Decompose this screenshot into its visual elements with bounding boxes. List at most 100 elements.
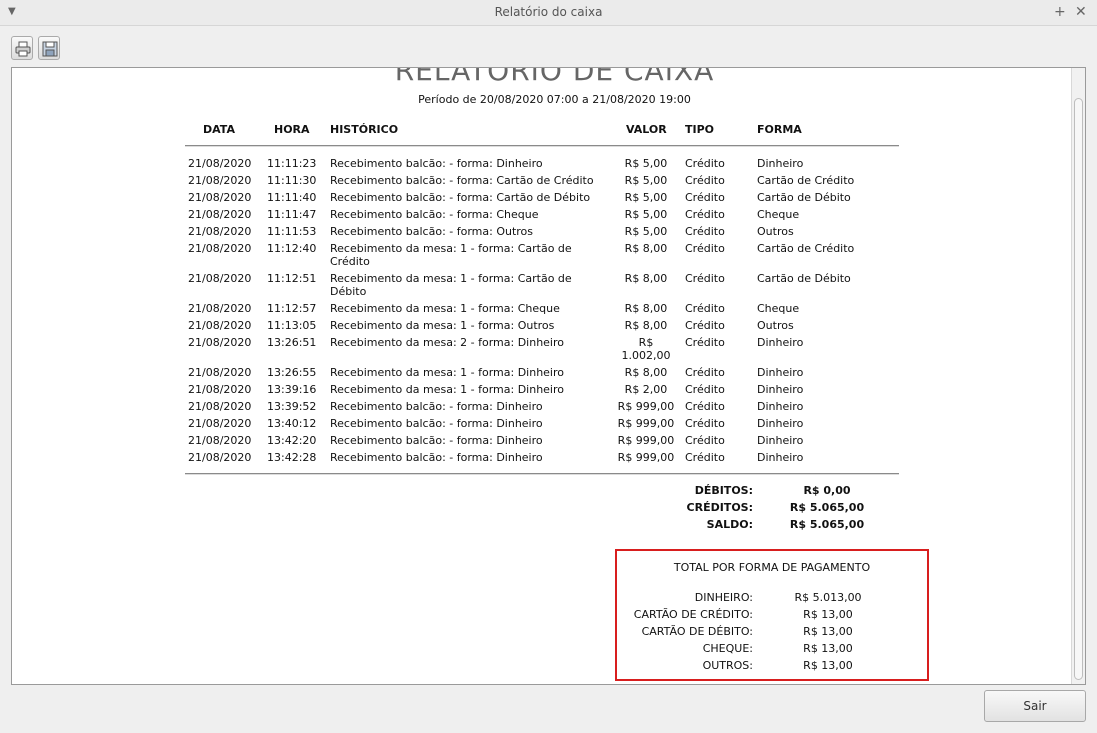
scrollbar-thumb[interactable]: [1074, 98, 1083, 680]
row-history: Recebimento balcão: - forma: Cartão de D…: [330, 191, 591, 204]
vertical-scrollbar[interactable]: [1071, 68, 1085, 684]
row-form: Dinheiro: [757, 366, 804, 379]
row-type: Crédito: [685, 417, 725, 430]
column-header-date: DATA: [203, 123, 235, 136]
row-history: Recebimento da mesa: 1 - forma: Dinheiro: [330, 383, 564, 396]
row-date: 21/08/2020: [188, 417, 252, 430]
row-value: R$ 999,00: [617, 400, 675, 413]
printer-icon: [15, 41, 31, 57]
row-type: Crédito: [685, 208, 725, 221]
close-icon[interactable]: ✕: [1075, 4, 1087, 20]
payment-total-label: CARTÃO DE DÉBITO:: [641, 625, 753, 638]
row-date: 21/08/2020: [188, 191, 252, 204]
row-history: Recebimento da mesa: 1 - forma: Dinheiro: [330, 366, 564, 379]
exit-button[interactable]: Sair: [984, 690, 1086, 722]
row-type: Crédito: [685, 302, 725, 315]
column-header-time: HORA: [274, 123, 310, 136]
row-form: Dinheiro: [757, 451, 804, 464]
print-button[interactable]: [11, 36, 33, 60]
row-time: 13:39:52: [267, 400, 317, 413]
row-date: 21/08/2020: [188, 451, 252, 464]
header-divider: [185, 145, 899, 147]
row-value: R$ 5,00: [624, 157, 668, 170]
report-title: RELATÓRIO DE CAIXA: [394, 67, 715, 87]
row-time: 13:26:51: [267, 336, 317, 349]
row-type: Crédito: [685, 225, 725, 238]
row-value: R$ 8,00: [624, 366, 668, 379]
row-history: Recebimento balcão: - forma: Dinheiro: [330, 451, 543, 464]
debits-value: R$ 0,00: [803, 484, 851, 497]
credits-label: CRÉDITOS:: [686, 501, 753, 514]
row-history: Recebimento balcão: - forma: Dinheiro: [330, 417, 543, 430]
row-history: Recebimento balcão: - forma: Cheque: [330, 208, 539, 221]
report-viewport[interactable]: RELATÓRIO DE CAIXA Período de 20/08/2020…: [11, 67, 1086, 685]
row-date: 21/08/2020: [188, 225, 252, 238]
row-value: R$ 5,00: [624, 208, 668, 221]
row-form: Cheque: [757, 208, 800, 221]
row-form: Cartão de Débito: [757, 191, 851, 204]
row-value: R$ 8,00: [624, 319, 668, 332]
row-form: Outros: [757, 225, 794, 238]
row-date: 21/08/2020: [188, 208, 252, 221]
report-period: Período de 20/08/2020 07:00 a 21/08/2020…: [418, 93, 691, 106]
column-header-history: HISTÓRICO: [330, 123, 399, 136]
row-type: Crédito: [685, 383, 725, 396]
row-value: R$ 2,00: [624, 383, 668, 396]
payment-total-label: CHEQUE:: [702, 642, 753, 655]
payment-total-value: R$ 13,00: [803, 659, 853, 672]
row-form: Cartão de Débito: [757, 272, 851, 285]
row-type: Crédito: [685, 434, 725, 447]
row-type: Crédito: [685, 242, 725, 255]
payment-totals-title: TOTAL POR FORMA DE PAGAMENTO: [673, 561, 871, 574]
row-value: R$ 5,00: [624, 174, 668, 187]
row-time: 13:39:16: [267, 383, 317, 396]
floppy-disk-icon: [42, 41, 58, 57]
row-date: 21/08/2020: [188, 434, 252, 447]
row-value: R$ 1.002,00: [621, 336, 671, 362]
row-date: 21/08/2020: [188, 174, 252, 187]
row-time: 11:12:57: [267, 302, 317, 315]
row-date: 21/08/2020: [188, 157, 252, 170]
row-time: 11:11:40: [267, 191, 317, 204]
column-header-value: VALOR: [626, 123, 667, 136]
row-form: Dinheiro: [757, 157, 804, 170]
row-history: Recebimento balcão: - forma: Dinheiro: [330, 434, 543, 447]
row-time: 13:40:12: [267, 417, 317, 430]
row-history: Recebimento balcão: - forma: Outros: [330, 225, 534, 238]
row-date: 21/08/2020: [188, 336, 252, 349]
payment-total-label: CARTÃO DE CRÉDITO:: [633, 608, 753, 621]
row-type: Crédito: [685, 157, 725, 170]
row-time: 11:12:51: [267, 272, 317, 285]
row-history: Recebimento balcão: - forma: Dinheiro: [330, 400, 543, 413]
row-form: Dinheiro: [757, 417, 804, 430]
row-history: Recebimento da mesa: 1 - forma: Cheque: [330, 302, 560, 315]
row-type: Crédito: [685, 174, 725, 187]
row-form: Dinheiro: [757, 336, 804, 349]
column-header-type: TIPO: [685, 123, 715, 136]
row-history: Recebimento da mesa: 1 - forma: Cartão d…: [330, 272, 572, 298]
payment-total-label: DINHEIRO:: [694, 591, 753, 604]
row-value: R$ 5,00: [624, 225, 668, 238]
row-type: Crédito: [685, 451, 725, 464]
row-time: 13:26:55: [267, 366, 317, 379]
row-time: 11:11:30: [267, 174, 317, 187]
row-form: Cartão de Crédito: [757, 242, 855, 255]
row-type: Crédito: [685, 191, 725, 204]
row-value: R$ 999,00: [617, 417, 675, 430]
payment-total-value: R$ 13,00: [803, 625, 853, 638]
payment-total-value: R$ 13,00: [803, 608, 853, 621]
row-date: 21/08/2020: [188, 242, 252, 255]
row-time: 13:42:20: [267, 434, 317, 447]
row-date: 21/08/2020: [188, 272, 252, 285]
save-button[interactable]: [38, 36, 60, 60]
row-date: 21/08/2020: [188, 383, 252, 396]
row-type: Crédito: [685, 336, 725, 349]
row-form: Dinheiro: [757, 400, 804, 413]
window-titlebar: ▼ Relatório do caixa + ✕: [0, 0, 1097, 26]
row-form: Dinheiro: [757, 383, 804, 396]
maximize-icon[interactable]: +: [1054, 4, 1066, 20]
row-value: R$ 5,00: [624, 191, 668, 204]
row-history: Recebimento da mesa: 2 - forma: Dinheiro: [330, 336, 564, 349]
row-history: Recebimento da mesa: 1 - forma: Cartão d…: [330, 242, 572, 268]
row-value: R$ 999,00: [617, 434, 675, 447]
